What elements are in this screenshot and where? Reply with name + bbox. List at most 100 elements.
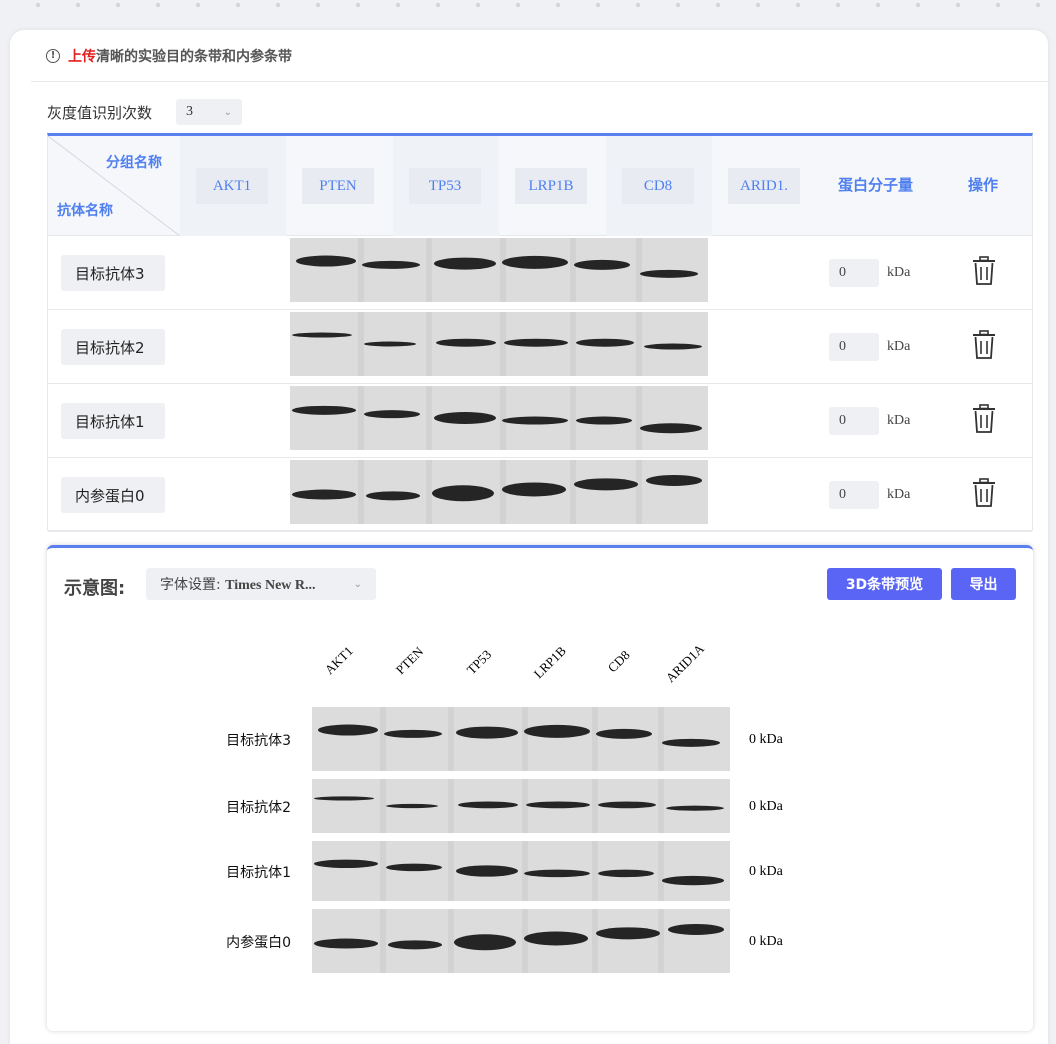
blot-band xyxy=(576,338,634,347)
blot-band xyxy=(666,805,724,811)
blot-band xyxy=(296,255,356,267)
group-header-akt1[interactable]: AKT1 xyxy=(196,168,268,204)
blot-band xyxy=(504,338,568,347)
blot-band xyxy=(596,728,652,739)
blot-lane-gap xyxy=(500,312,506,376)
blot-band xyxy=(292,332,352,338)
blot-band xyxy=(598,801,656,809)
group-header-lrp1b[interactable]: LRP1B xyxy=(515,168,587,204)
blot-band xyxy=(646,474,702,486)
antibody-table: 分组名称 抗体名称 AKT1 PTEN TP53 LRP1B CD8 ARID1… xyxy=(47,133,1033,532)
preview-kda: 0 kDa xyxy=(749,864,783,879)
lane-label: AKT1 xyxy=(321,643,356,678)
kda-unit: kDa xyxy=(887,413,911,428)
blot-band xyxy=(644,343,702,350)
preview-title: 示意图: xyxy=(64,578,126,599)
blot-band xyxy=(668,923,724,935)
blot-band xyxy=(662,738,720,747)
info-icon: ! xyxy=(46,49,60,63)
export-button[interactable]: 导出 xyxy=(951,568,1016,600)
blot-background xyxy=(290,238,708,302)
lane-label: TP53 xyxy=(463,646,495,678)
antibody-label[interactable]: 内参蛋白0 xyxy=(61,477,165,513)
blot-lane-gap xyxy=(448,707,454,771)
blot-lane-gap xyxy=(358,238,364,302)
header-corner: 分组名称 抗体名称 xyxy=(48,136,180,236)
blot-lane-gap xyxy=(426,238,432,302)
font-select-value: Times New R... xyxy=(225,578,316,593)
kda-input[interactable]: 0 xyxy=(829,333,879,361)
blot-band xyxy=(454,934,516,951)
kda-field: 0 kDa xyxy=(829,407,910,435)
blot-band xyxy=(576,416,632,425)
antibody-label[interactable]: 目标抗体3 xyxy=(61,255,165,291)
group-header-tp53[interactable]: TP53 xyxy=(409,168,481,204)
corner-diagonal xyxy=(48,136,180,236)
table-row: 目标抗体1 0 kDa xyxy=(48,384,1032,458)
blot-background xyxy=(290,312,708,376)
trash-icon[interactable] xyxy=(971,404,997,434)
blot-lane-gap xyxy=(570,312,576,376)
antibody-label[interactable]: 目标抗体1 xyxy=(61,403,165,439)
blot-lane-gap xyxy=(636,238,642,302)
blot-band xyxy=(434,257,496,270)
kda-field: 0 kDa xyxy=(829,481,910,509)
trash-icon[interactable] xyxy=(971,478,997,508)
blot-lane-gap xyxy=(358,386,364,450)
blot-band xyxy=(386,803,438,809)
blot-band xyxy=(502,482,566,497)
group-header-cd8[interactable]: CD8 xyxy=(622,168,694,204)
font-select[interactable]: 字体设置: Times New R... ⌄ xyxy=(146,568,376,600)
blot-background xyxy=(312,909,730,973)
corner-group-label: 分组名称 xyxy=(106,155,162,171)
3d-preview-button[interactable]: 3D条带预览 xyxy=(827,568,942,600)
blot-background xyxy=(312,707,730,771)
corner-antibody-label: 抗体名称 xyxy=(57,203,113,219)
blot-background xyxy=(290,386,708,450)
blot-band xyxy=(574,478,638,491)
blot-background xyxy=(312,779,730,833)
blot-lane-gap xyxy=(522,841,528,901)
kda-input[interactable]: 0 xyxy=(829,259,879,287)
group-header-pten[interactable]: PTEN xyxy=(302,168,374,204)
group-header-arid1a[interactable]: ARID1. xyxy=(728,168,800,204)
blot-lane-gap xyxy=(636,460,642,524)
gray-recognition-label: 灰度值识别次数 xyxy=(47,103,153,122)
preview-blot-image xyxy=(312,909,730,973)
blot-band xyxy=(436,338,496,347)
kda-input[interactable]: 0 xyxy=(829,407,879,435)
preview-row-label: 目标抗体3 xyxy=(226,733,291,749)
col-molecular-weight: 蛋白分子量 xyxy=(838,176,914,194)
blot-band xyxy=(292,489,356,500)
blot-band xyxy=(434,412,496,424)
kda-field: 0 kDa xyxy=(829,259,910,287)
table-header: 分组名称 抗体名称 AKT1 PTEN TP53 LRP1B CD8 ARID1… xyxy=(48,136,1032,236)
blot-band xyxy=(458,801,518,809)
trash-icon[interactable] xyxy=(971,256,997,286)
blot-lane-gap xyxy=(426,386,432,450)
blot-band xyxy=(364,410,420,419)
blot-lane-gap xyxy=(448,909,454,973)
blot-band xyxy=(526,801,590,809)
upload-notice: ! 上传 清晰的实验目的条带和内参条带 xyxy=(46,44,292,68)
preview-row-label: 目标抗体2 xyxy=(226,800,291,816)
blot-band xyxy=(432,485,494,502)
antibody-label[interactable]: 目标抗体2 xyxy=(61,329,165,365)
gray-recognition-select[interactable]: 3 ⌄ xyxy=(176,99,243,125)
trash-icon[interactable] xyxy=(971,330,997,360)
kda-input[interactable]: 0 xyxy=(829,481,879,509)
blot-band xyxy=(314,796,374,801)
blot-band xyxy=(292,405,356,415)
blot-band xyxy=(598,869,654,878)
blot-image xyxy=(290,312,708,376)
blot-lane-gap xyxy=(658,707,664,771)
blot-band xyxy=(456,726,518,739)
font-select-label: 字体设置: xyxy=(160,577,221,593)
blot-lane-gap xyxy=(592,841,598,901)
blot-band xyxy=(388,940,442,950)
blot-band xyxy=(574,259,630,270)
blot-lane-gap xyxy=(380,909,386,973)
preview-kda: 0 kDa xyxy=(749,934,783,949)
lane-label: CD8 xyxy=(604,647,633,676)
preview-blot-image xyxy=(312,779,730,833)
